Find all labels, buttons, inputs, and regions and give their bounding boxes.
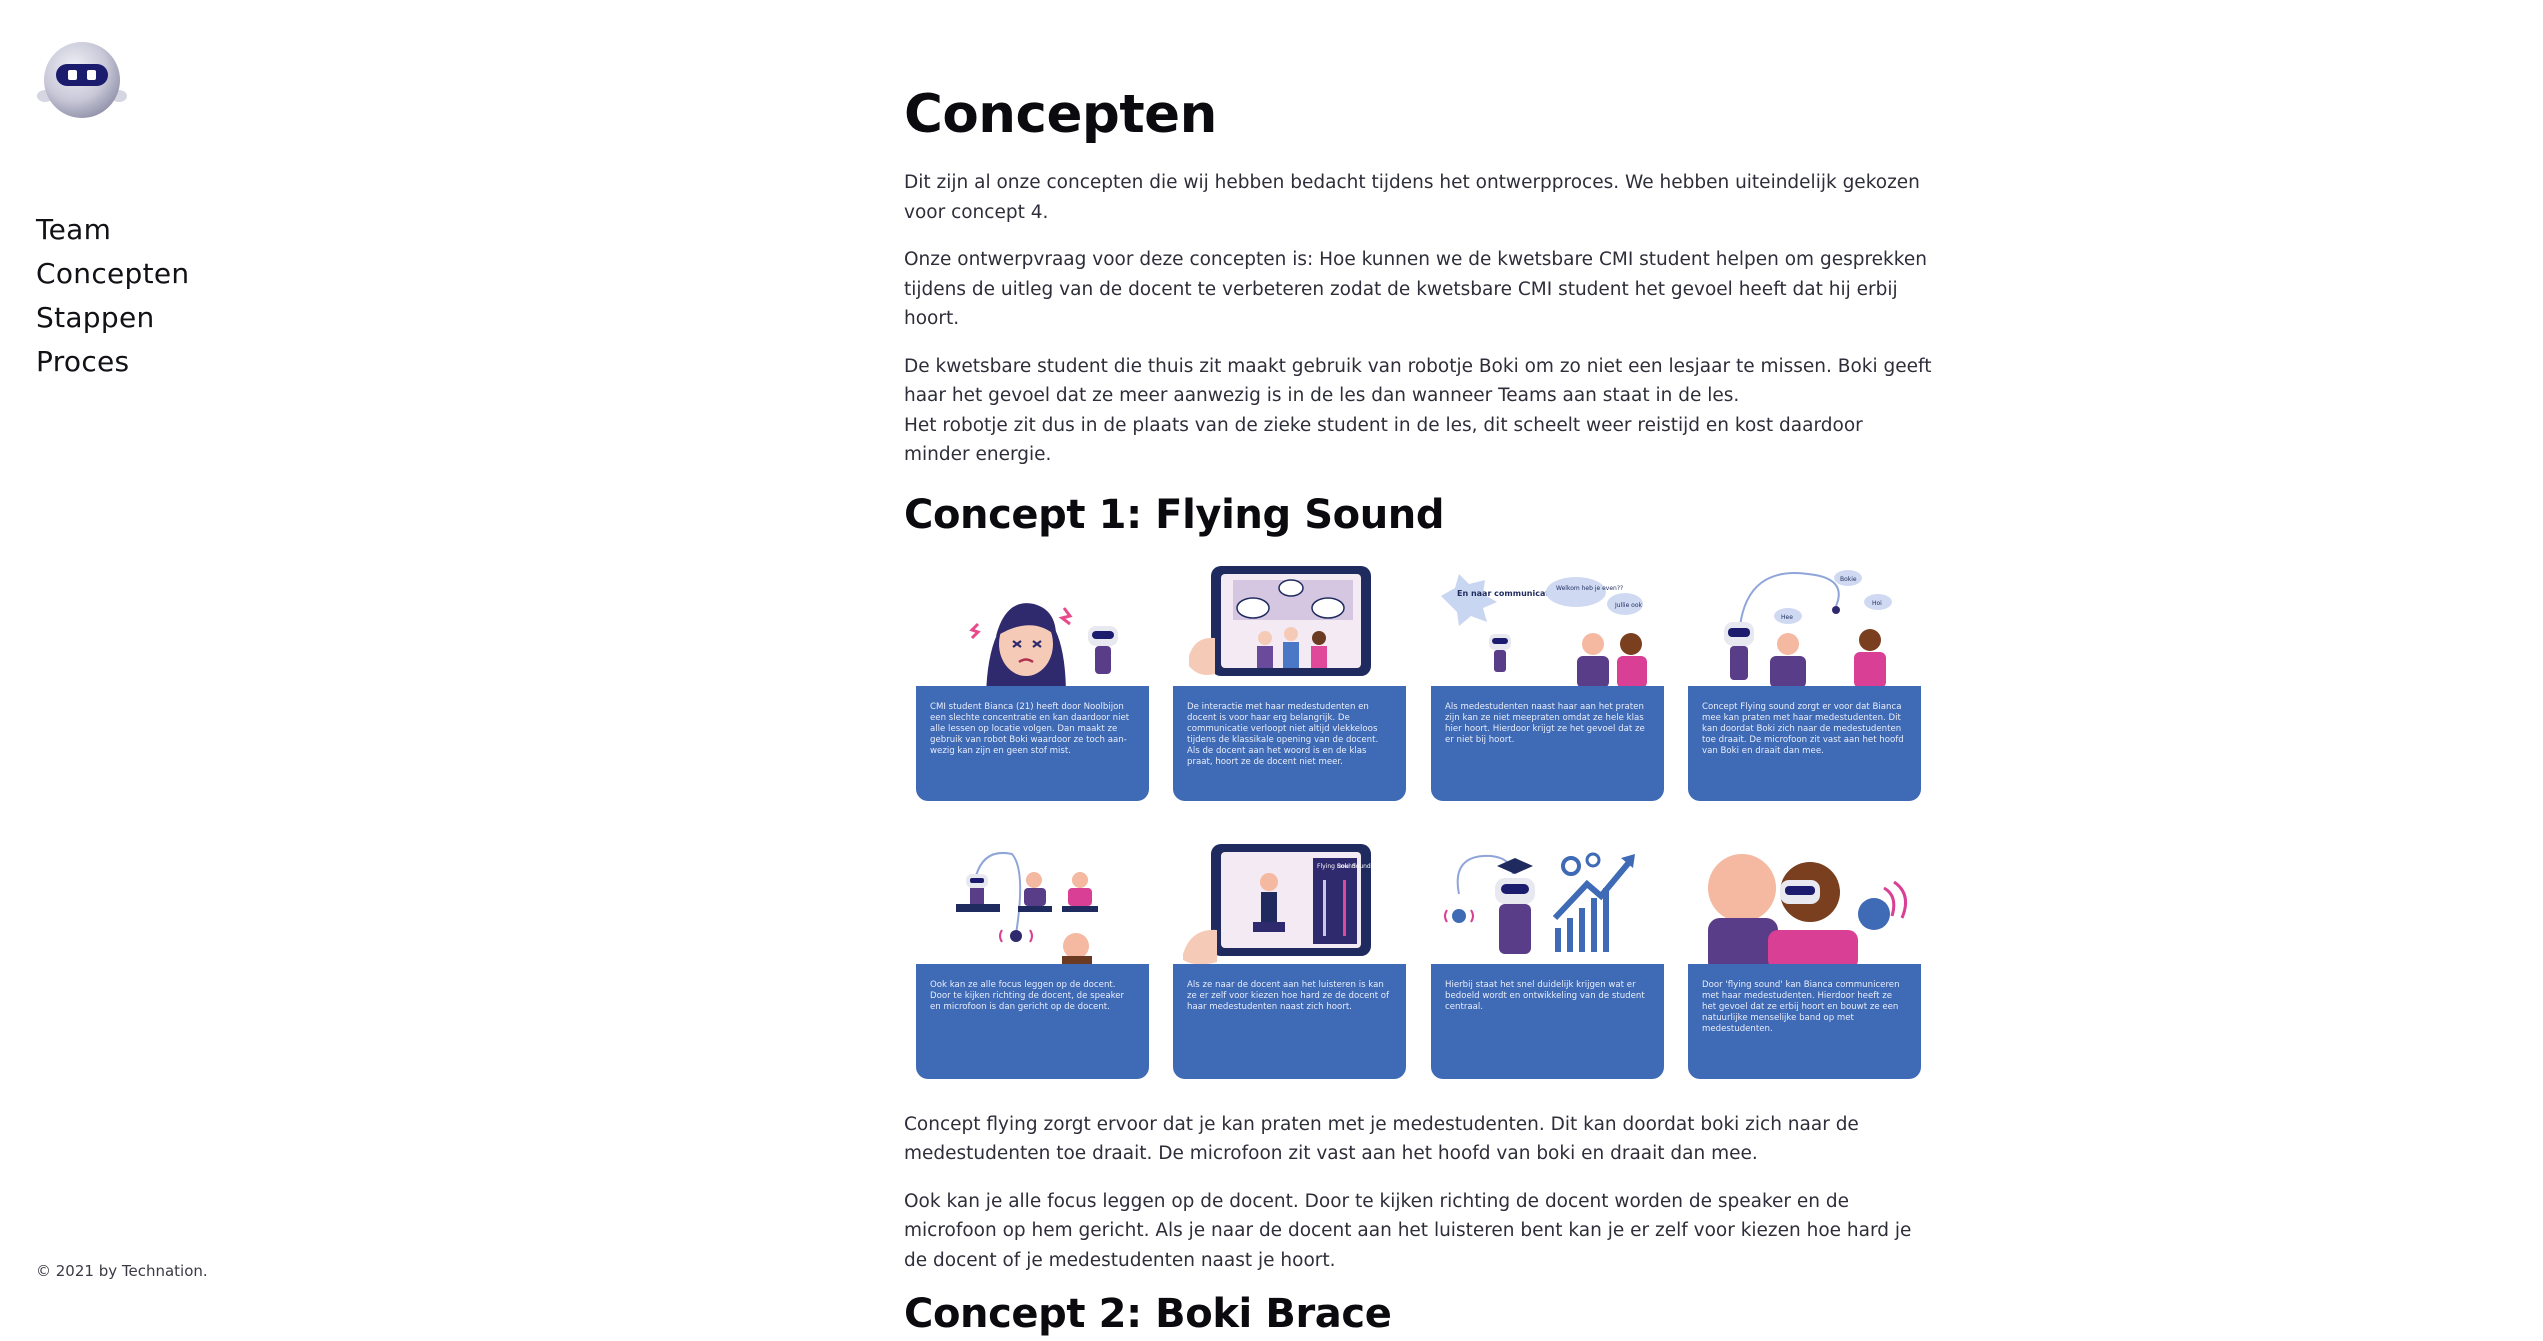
storyboard-panel: Bokie Hee Hoi Concept Flying sound zorgt… [1688, 566, 1921, 801]
intro-paragraph: De kwetsbare student die thuis zit maakt… [904, 355, 1932, 407]
boki-flying-sound-illustration: Bokie Hee Hoi [1724, 569, 1892, 688]
footer-copyright: © 2021 by Technation. [36, 1262, 208, 1280]
speech-label: Hee [1781, 614, 1793, 621]
panel-caption: Door 'flying sound' kan Bianca communice… [1688, 963, 1921, 1079]
slider-label: Boki Sound [1337, 863, 1371, 870]
intro-paragraph: Onze ontwerpvraag voor deze concepten is… [904, 249, 1927, 329]
panel-caption: Als medestudenten naast haar aan het pra… [1431, 685, 1664, 801]
intro-paragraph: Dit zijn al onze concepten die wij hebbe… [904, 172, 1920, 223]
intro-paragraph: Het robotje zit dus in de plaats van de … [904, 414, 1863, 466]
storyboard-panel: Hierbij staat het snel duidelijk krijgen… [1431, 844, 1664, 1079]
tablet-volume-illustration: Flying Sound Boki Sound [1183, 843, 1371, 965]
speech-label: Jullie ook [1614, 602, 1643, 609]
panel-caption: Concept Flying sound zorgt er voor dat B… [1688, 685, 1921, 801]
panel-caption: Ook kan ze alle focus leggen op de docen… [916, 963, 1149, 1079]
speech-label: Welkom heb je even?? [1556, 585, 1623, 592]
panel-caption: CMI student Bianca (21) heeft door Noolb… [916, 685, 1149, 801]
concept-1-storyboard-image: CMI student Bianca (21) heeft door Noolb… [904, 565, 1921, 1086]
panel-caption: Hierbij staat het snel duidelijk krijgen… [1431, 963, 1664, 1079]
storyboard-panel: En naar communicatie? Welkom heb je even… [1431, 566, 1664, 801]
speech-label: Hoi [1872, 600, 1882, 607]
nav-item-team[interactable]: Team [36, 208, 189, 252]
speech-label: Bokie [1840, 576, 1857, 583]
tablet-videocall-illustration [1189, 565, 1371, 676]
concept-1-paragraph: Concept flying zorgt ervoor dat je kan p… [904, 1113, 1859, 1165]
concept-1-title: Concept 1: Flying Sound [904, 491, 1445, 538]
robot-logo[interactable] [36, 38, 128, 124]
nav-item-proces[interactable]: Proces [36, 340, 189, 384]
student-bianca-illustration [969, 602, 1118, 696]
concept-2-title: Concept 2: Boki Brace [904, 1291, 1392, 1337]
classmates-chatting-illustration: En naar communicatie? Welkom heb je even… [1441, 573, 1647, 688]
page-title: Concepten [904, 84, 1217, 145]
nav-item-concepten[interactable]: Concepten [36, 252, 189, 296]
panel-caption: Als ze naar de docent aan het luisteren … [1173, 963, 1406, 1079]
storyboard-panel: De interactie met haar medestudenten en … [1173, 565, 1406, 801]
main-content: Concepten Dit zijn al onze concepten die… [904, 80, 1934, 1341]
sidebar-nav: Team Concepten Stappen Proces [36, 208, 189, 384]
storyboard-panel: Ook kan ze alle focus leggen op de docen… [916, 844, 1149, 1079]
storyboard-panel: Door 'flying sound' kan Bianca communice… [1688, 844, 1921, 1079]
panel-caption: De interactie met haar medestudenten en … [1173, 685, 1406, 801]
focus-teacher-illustration [956, 851, 1098, 970]
robot-growth-chart-illustration [1444, 852, 1635, 954]
robot-boki-logo-icon [37, 42, 127, 118]
concept-1-paragraph: Ook kan je alle focus leggen op de docen… [904, 1190, 1912, 1271]
storyboard-panel: CMI student Bianca (21) heeft door Noolb… [916, 566, 1149, 801]
nav-item-stappen[interactable]: Stappen [36, 296, 189, 340]
bianca-communicates-illustration [1708, 853, 1908, 974]
storyboard-panel: Flying Sound Boki Sound Als ze naar de d… [1173, 843, 1406, 1079]
